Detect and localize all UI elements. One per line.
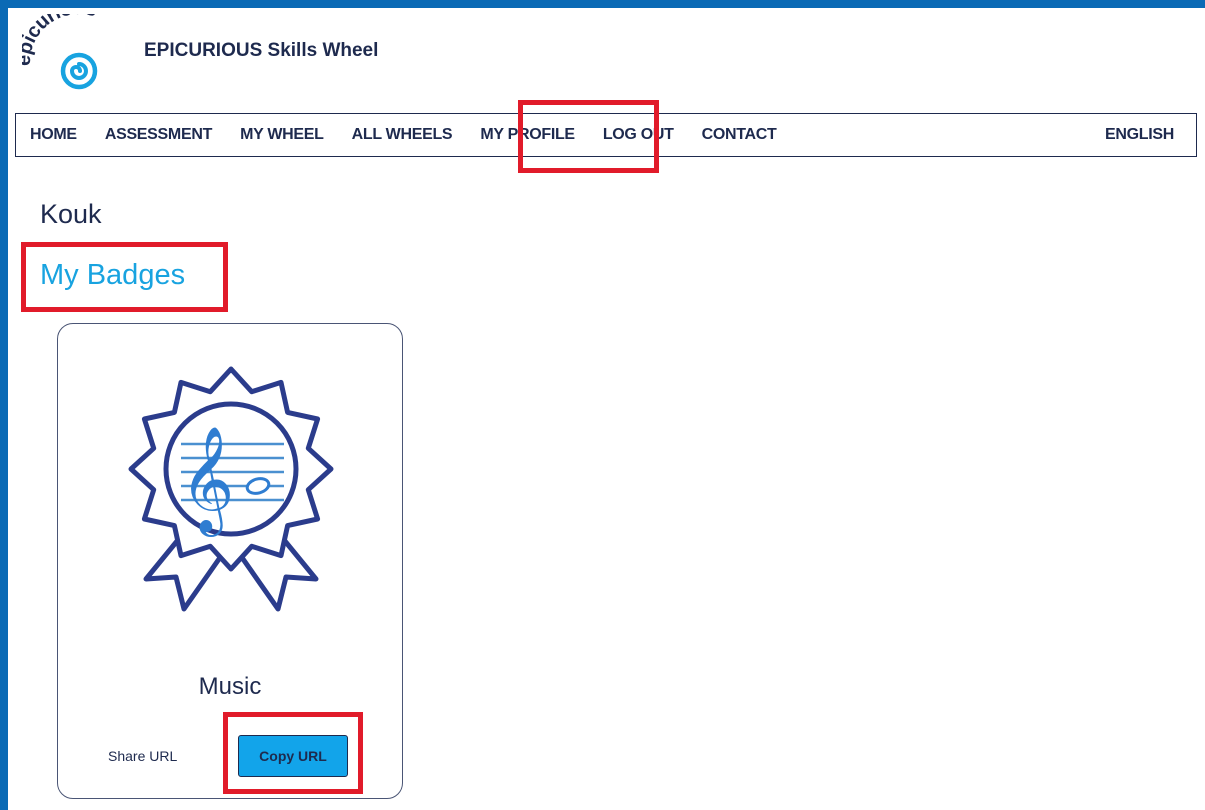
share-url-label: Share URL: [108, 748, 178, 764]
nav-contact[interactable]: CONTACT: [702, 126, 777, 144]
nav-language-selector[interactable]: ENGLISH: [1105, 126, 1174, 144]
site-header: epicurious EPICURIOUS Skills Wheel: [22, 14, 1192, 94]
copy-url-button[interactable]: Copy URL: [238, 735, 348, 777]
nav-assessment[interactable]: ASSESSMENT: [105, 126, 213, 144]
nav-my-profile[interactable]: MY PROFILE: [480, 126, 575, 144]
nav-log-out[interactable]: LOG OUT: [603, 126, 674, 144]
badge-name: Music: [198, 673, 262, 700]
app-title: EPICURIOUS Skills Wheel: [144, 40, 379, 61]
epicurious-logo[interactable]: epicurious: [22, 14, 134, 94]
nav-all-wheels[interactable]: ALL WHEELS: [352, 126, 453, 144]
svg-text:𝄞: 𝄞: [180, 425, 234, 537]
my-badges-heading: My Badges: [40, 259, 186, 291]
window-frame-left: [0, 0, 8, 810]
profile-user-name: Kouk: [40, 199, 102, 229]
main-nav: HOME ASSESSMENT MY WHEEL ALL WHEELS MY P…: [15, 113, 1197, 157]
badge-card: 𝄞 Music Share URL Copy URL: [57, 323, 403, 799]
music-badge-icon: 𝄞: [128, 366, 334, 612]
window-frame-top: [0, 0, 1205, 8]
nav-home[interactable]: HOME: [30, 126, 77, 144]
nav-my-wheel[interactable]: MY WHEEL: [240, 126, 324, 144]
